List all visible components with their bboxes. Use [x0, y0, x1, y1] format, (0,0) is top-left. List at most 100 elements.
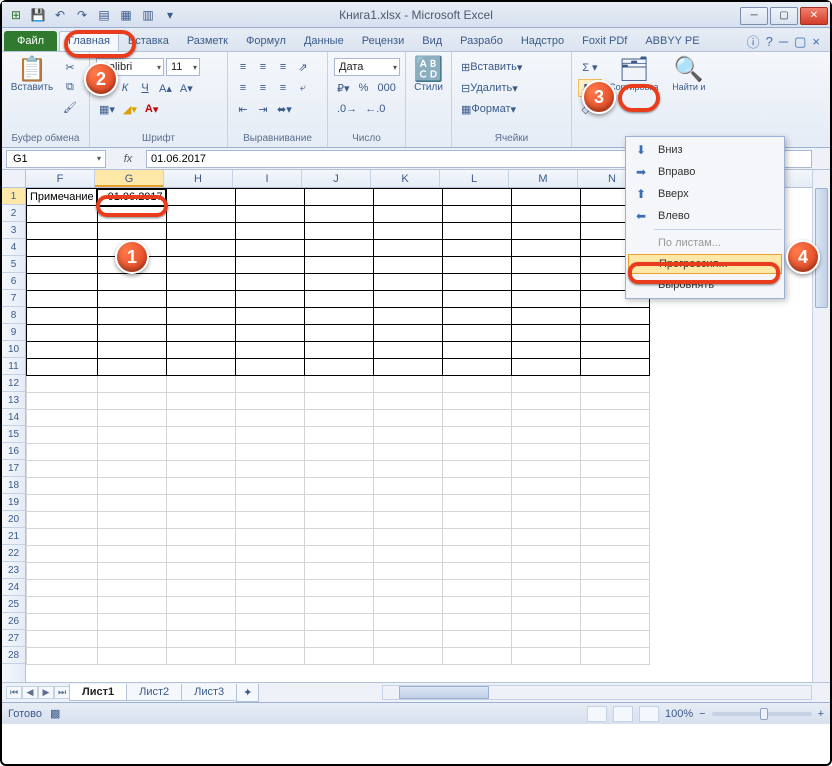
row-header-23[interactable]: 23: [2, 562, 25, 579]
cell[interactable]: [442, 631, 511, 648]
cell[interactable]: [511, 393, 580, 410]
cell[interactable]: [27, 529, 98, 546]
cell[interactable]: [442, 546, 511, 563]
sort-filter-button[interactable]: 🗂 Сортировка: [606, 54, 662, 92]
cell[interactable]: [442, 274, 511, 291]
cell[interactable]: [27, 325, 98, 342]
cell[interactable]: [373, 580, 442, 597]
cell[interactable]: [166, 257, 235, 274]
cell[interactable]: [580, 376, 649, 393]
cell[interactable]: [304, 240, 373, 257]
cell[interactable]: [166, 427, 235, 444]
cell[interactable]: [511, 325, 580, 342]
cell[interactable]: [97, 342, 166, 359]
cell[interactable]: [235, 342, 304, 359]
cell[interactable]: [373, 529, 442, 546]
cell[interactable]: [511, 512, 580, 529]
align-top-button[interactable]: ≡: [234, 58, 252, 76]
cell[interactable]: [580, 308, 649, 325]
cell[interactable]: [166, 206, 235, 223]
cell[interactable]: [373, 393, 442, 410]
cell[interactable]: [373, 308, 442, 325]
cell[interactable]: [27, 291, 98, 308]
macro-record-icon[interactable]: ▩: [50, 707, 60, 720]
tab-developer[interactable]: Разрабо: [451, 31, 512, 51]
fill-right-item[interactable]: ➡Вправо: [628, 161, 782, 183]
view-break-button[interactable]: [639, 706, 659, 722]
cell[interactable]: [511, 257, 580, 274]
delete-cells-button[interactable]: ⊟ Удалить▾: [458, 79, 538, 97]
row-header-8[interactable]: 8: [2, 307, 25, 324]
cell[interactable]: [166, 342, 235, 359]
cell[interactable]: [442, 410, 511, 427]
cell[interactable]: [235, 512, 304, 529]
cell[interactable]: [235, 376, 304, 393]
cell[interactable]: [97, 529, 166, 546]
cell[interactable]: [580, 529, 649, 546]
mdi-min-icon[interactable]: ─: [779, 34, 788, 49]
cell[interactable]: [442, 206, 511, 223]
row-header-24[interactable]: 24: [2, 579, 25, 596]
zoom-slider[interactable]: [712, 712, 812, 716]
row-header-21[interactable]: 21: [2, 528, 25, 545]
cell[interactable]: [166, 648, 235, 665]
cell[interactable]: [442, 478, 511, 495]
cell[interactable]: [442, 580, 511, 597]
cell[interactable]: [27, 648, 98, 665]
tab-view[interactable]: Вид: [413, 31, 451, 51]
cell[interactable]: [442, 393, 511, 410]
cell[interactable]: [97, 478, 166, 495]
cell[interactable]: [304, 206, 373, 223]
cell[interactable]: [235, 631, 304, 648]
cell[interactable]: [580, 478, 649, 495]
format-cells-button[interactable]: ▦ Формат▾: [458, 100, 538, 118]
cell[interactable]: [373, 325, 442, 342]
maximize-button[interactable]: ▢: [770, 7, 798, 25]
cell[interactable]: [511, 223, 580, 240]
cell[interactable]: [511, 274, 580, 291]
row-header-9[interactable]: 9: [2, 324, 25, 341]
cell[interactable]: [580, 597, 649, 614]
cell[interactable]: [235, 189, 304, 206]
cell[interactable]: [166, 376, 235, 393]
cell[interactable]: [235, 444, 304, 461]
cell[interactable]: [97, 597, 166, 614]
underline-button[interactable]: Ч: [136, 79, 154, 97]
row-header-25[interactable]: 25: [2, 596, 25, 613]
cell[interactable]: [304, 393, 373, 410]
cell[interactable]: [166, 614, 235, 631]
cell[interactable]: [97, 359, 166, 376]
cell[interactable]: Примечание: [27, 189, 98, 206]
fill-down-item[interactable]: ⬇Вниз: [628, 139, 782, 161]
cell[interactable]: [373, 563, 442, 580]
cell[interactable]: [27, 308, 98, 325]
cell[interactable]: [511, 308, 580, 325]
tab-foxit[interactable]: Foxit PDf: [573, 31, 636, 51]
dec-decimal-button[interactable]: ←.0: [362, 100, 388, 118]
cell[interactable]: [511, 495, 580, 512]
cell[interactable]: [304, 257, 373, 274]
cell[interactable]: [235, 240, 304, 257]
cell[interactable]: [373, 257, 442, 274]
cell[interactable]: [304, 631, 373, 648]
zoom-thumb[interactable]: [760, 708, 768, 720]
cell[interactable]: [235, 410, 304, 427]
tab-data[interactable]: Данные: [295, 31, 353, 51]
cell[interactable]: [511, 376, 580, 393]
cell[interactable]: [235, 393, 304, 410]
cell[interactable]: [27, 478, 98, 495]
sheet-nav-prev[interactable]: ◀: [22, 686, 38, 699]
row-header-4[interactable]: 4: [2, 239, 25, 256]
cell[interactable]: [97, 444, 166, 461]
cell[interactable]: [373, 376, 442, 393]
help-icon[interactable]: ?: [766, 34, 773, 49]
row-header-13[interactable]: 13: [2, 392, 25, 409]
cell[interactable]: [373, 597, 442, 614]
cell[interactable]: [97, 206, 166, 223]
cell[interactable]: [511, 240, 580, 257]
cell[interactable]: [27, 495, 98, 512]
cell[interactable]: [166, 223, 235, 240]
cell[interactable]: [511, 444, 580, 461]
cell[interactable]: [511, 461, 580, 478]
cell[interactable]: [580, 495, 649, 512]
